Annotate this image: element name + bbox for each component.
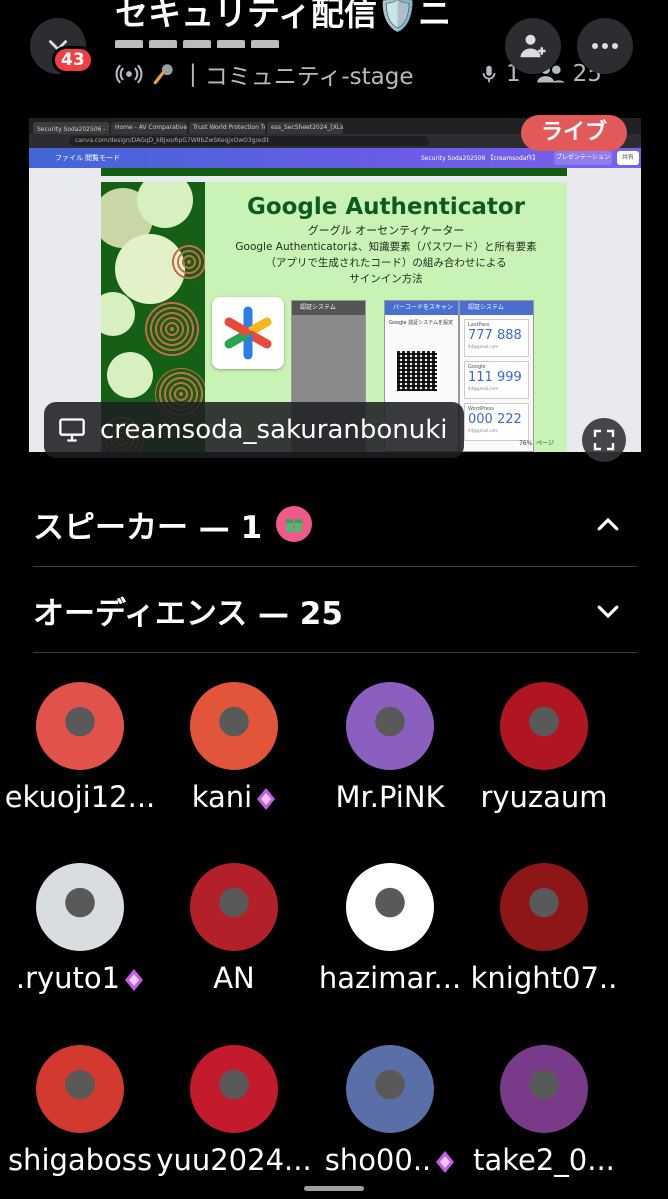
audience-member[interactable]: AN: [154, 843, 314, 1023]
browser-tab: Trust World Protection Test Fifo Mar: [189, 122, 265, 134]
member-name: yuu2024...: [156, 1143, 312, 1177]
speakers-section-header[interactable]: スピーカー — 1: [33, 494, 637, 554]
invite-button[interactable]: [505, 18, 561, 74]
audience-member[interactable]: shigaboss: [0, 1025, 160, 1199]
slide-description: Google Authenticatorは、知識要素（パスワード）と所有要素 （…: [235, 241, 537, 285]
live-badge: ライブ: [521, 115, 627, 151]
avatar: [36, 682, 124, 770]
member-name: ryuzaum: [480, 780, 608, 814]
auth-code-card: WordPress 000 222 lhf@gmail.com: [464, 403, 529, 441]
subtitle-separator: |: [189, 61, 197, 87]
notification-badge: 43: [52, 46, 94, 74]
home-indicator[interactable]: [304, 1186, 364, 1191]
chevron-up-icon: [597, 517, 619, 531]
stage-title-overflow: [115, 34, 375, 48]
chevron-down-icon: [597, 605, 619, 619]
divider: [33, 652, 637, 653]
member-name: sho00..: [310, 1143, 470, 1177]
avatar: [500, 682, 588, 770]
browser-url: canva.com/design/DAGqD_kBJxo/6pG7W8bZwSK…: [69, 136, 429, 146]
member-name: AN: [213, 961, 255, 995]
nitro-gem-icon: [257, 788, 276, 810]
canva-statusbar: 76% ページ: [519, 440, 555, 447]
stage-title-text: セキュリティ配信🛡️ニ: [115, 0, 452, 33]
member-name: hazimar...: [318, 961, 462, 995]
streamer-name: creamsoda_sakuranbonuki: [100, 415, 448, 445]
browser-tab: Security Soda202506 - プレゼン: [33, 122, 109, 134]
screen-share-icon: [59, 418, 85, 442]
gift-icon: [276, 506, 313, 542]
canva-present-button: プレゼンテーション: [554, 151, 612, 165]
avatar: [346, 682, 434, 770]
avatar: [346, 863, 434, 951]
avatar: [190, 682, 278, 770]
canva-mode: 閲覧モード: [85, 154, 120, 162]
member-name: knight07..: [470, 961, 618, 995]
microphone-emoji-icon: [151, 61, 177, 87]
fullscreen-button[interactable]: [582, 418, 626, 462]
avatar: [36, 1045, 124, 1133]
stage-subtitle: | コミュニティ-stage: [115, 56, 414, 92]
member-name: ekuoji12...: [4, 780, 156, 814]
browser-tab: Home - AV Comparatives: [111, 122, 187, 134]
canva-doc-title: Security Soda202506 【creamsoda作】: [421, 155, 539, 162]
audience-member[interactable]: kani: [154, 662, 314, 842]
slide-ruby: グーグル オーセンティケーター: [307, 224, 465, 237]
stage-title: セキュリティ配信🛡️ニ: [115, 0, 490, 34]
avatar: [346, 1045, 434, 1133]
audience-member[interactable]: knight07..: [464, 843, 624, 1023]
avatar: [36, 863, 124, 951]
phone-screenshot: 認証システム LastPass 777 888 lhf@gmail.com Go…: [459, 300, 534, 452]
google-authenticator-logo: [212, 297, 284, 369]
audience-member[interactable]: sho00..: [310, 1025, 470, 1199]
audience-member[interactable]: yuu2024...: [154, 1025, 314, 1199]
channel-name: コミュニティ-stage: [204, 64, 414, 90]
add-person-icon: [520, 34, 546, 58]
canva-file-menu: ファイル: [55, 154, 83, 162]
audience-section-header[interactable]: オーディエンス — 25: [33, 580, 637, 640]
avatar: [500, 863, 588, 951]
avatar: [500, 1045, 588, 1133]
audience-grid: ekuoji12... kani Mr.PiNK ryuzaum .ryuto1 AN ha…: [0, 662, 668, 1199]
member-name: Mr.PiNK: [335, 780, 445, 814]
audience-member[interactable]: Mr.PiNK: [310, 662, 470, 842]
stage-header: 43 セキュリティ配信🛡️ニ | コミュニティ-stage 1 25: [0, 0, 668, 118]
slide-title: Google Authenticator: [246, 194, 526, 220]
stage-icon: [115, 60, 143, 88]
audience-member[interactable]: .ryuto1: [0, 843, 160, 1023]
canva-share-button: 共有: [617, 151, 639, 165]
member-name: kani: [154, 780, 314, 814]
member-name: take2_0...: [473, 1143, 615, 1177]
divider: [33, 566, 637, 567]
previous-slide-edge: [101, 168, 567, 176]
nitro-gem-icon: [125, 969, 144, 991]
auth-code-card: Google 111 999 lhf@gmail.com: [464, 361, 529, 399]
auth-code-card: LastPass 777 888 lhf@gmail.com: [464, 319, 529, 357]
more-options-button[interactable]: [577, 18, 633, 74]
browser-tab: ess_SecSheet2024_[XLsx]: [267, 122, 343, 134]
member-name: shigaboss: [7, 1143, 153, 1177]
more-icon: [592, 43, 618, 49]
audience-member[interactable]: take2_0...: [464, 1025, 624, 1199]
canva-toolbar: ファイル 閲覧モード Security Soda202506 【creamsod…: [29, 148, 641, 168]
microphone-icon: [478, 61, 500, 87]
nitro-gem-icon: [436, 1151, 455, 1173]
audience-label: オーディエンス — 25: [33, 595, 343, 632]
streamer-label: creamsoda_sakuranbonuki: [44, 402, 464, 458]
speakers-label: スピーカー — 1: [33, 509, 263, 546]
qr-code: [395, 349, 439, 393]
member-name: .ryuto1: [0, 961, 160, 995]
audience-member[interactable]: ekuoji12...: [0, 662, 160, 842]
audience-member[interactable]: hazimar...: [310, 843, 470, 1023]
avatar: [190, 863, 278, 951]
audience-member[interactable]: ryuzaum: [464, 662, 624, 842]
fullscreen-icon: [593, 429, 615, 451]
avatar: [190, 1045, 278, 1133]
